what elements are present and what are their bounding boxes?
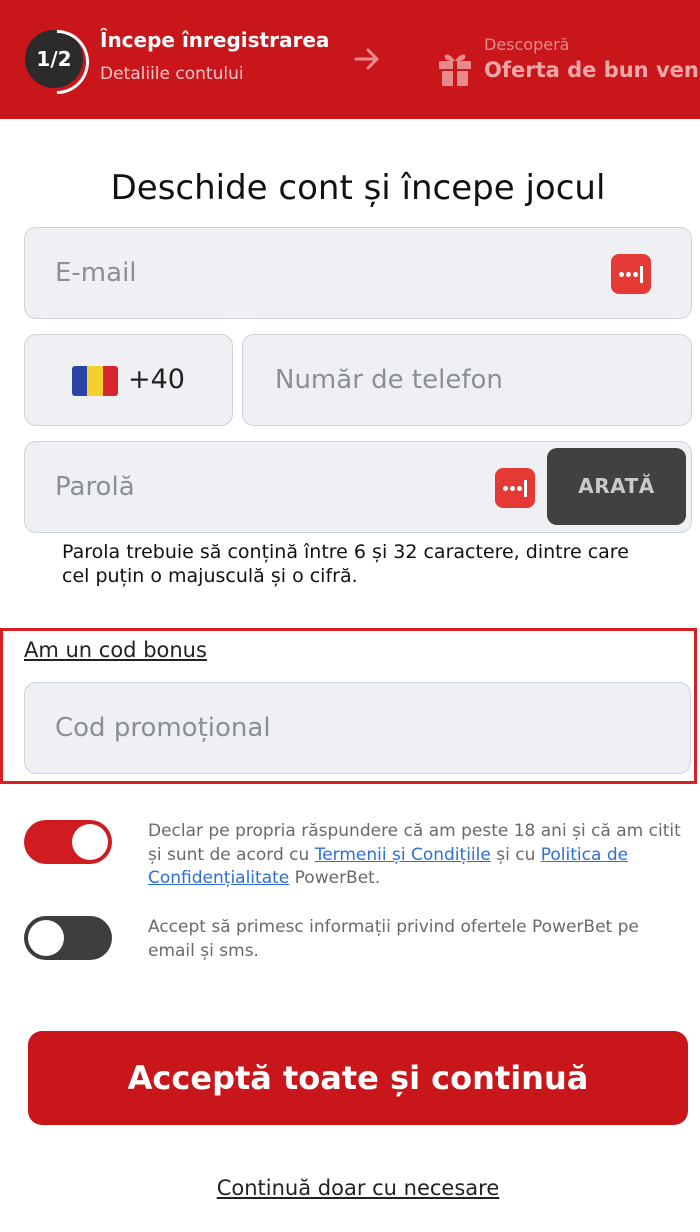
password-hint: Parola trebuie să conțină între 6 și 32 … bbox=[62, 541, 629, 587]
accept-all-button[interactable]: Acceptă toate și continuă bbox=[28, 1031, 688, 1125]
gift-icon bbox=[439, 54, 471, 86]
arrow-right-icon bbox=[354, 48, 379, 70]
phone-number-field[interactable]: Număr de telefon bbox=[242, 334, 692, 426]
email-placeholder: E-mail bbox=[55, 258, 137, 288]
continue-necessary-link[interactable]: Continuă doar cu necesare bbox=[0, 1176, 700, 1200]
show-password-button[interactable]: ARATĂ bbox=[547, 448, 686, 525]
marketing-consent-toggle[interactable] bbox=[24, 916, 112, 960]
country-dial-code: +40 bbox=[128, 364, 185, 395]
password-manager-icon[interactable] bbox=[611, 254, 651, 294]
promo-placeholder: Cod promoțional bbox=[55, 713, 271, 743]
terms-consent-text: Declar pe propria răspundere că am peste… bbox=[148, 820, 688, 891]
step1-subtitle: Detaliile contului bbox=[100, 64, 244, 84]
password-field[interactable]: Parolă ARATĂ bbox=[24, 441, 692, 533]
marketing-consent-text: Accept să primesc informații privind ofe… bbox=[148, 917, 639, 961]
terms-link[interactable]: Termenii și Condițiile bbox=[315, 845, 491, 865]
step1-title: Începe înregistrarea bbox=[100, 28, 330, 52]
step-progress-indicator: 1/2 bbox=[25, 30, 83, 88]
phone-placeholder: Număr de telefon bbox=[275, 365, 503, 395]
terms-text-middle: și cu bbox=[490, 844, 541, 865]
toggle-knob bbox=[28, 920, 64, 956]
terms-consent-toggle[interactable] bbox=[24, 820, 112, 864]
toggle-knob bbox=[72, 824, 108, 860]
bonus-code-link[interactable]: Am un cod bonus bbox=[24, 638, 207, 662]
terms-text-after: PowerBet. bbox=[289, 868, 381, 888]
password-placeholder: Parolă bbox=[55, 472, 135, 502]
registration-header: 1/2 Începe înregistrarea Detaliile contu… bbox=[0, 0, 700, 119]
promo-code-field[interactable]: Cod promoțional bbox=[24, 682, 691, 774]
country-code-select[interactable]: +40 bbox=[24, 334, 233, 426]
step2-label: Descoperă bbox=[484, 35, 570, 54]
step2-title: Oferta de bun venit bbox=[484, 58, 700, 82]
page-title: Deschide cont și începe jocul bbox=[110, 168, 606, 208]
password-manager-icon[interactable] bbox=[495, 468, 535, 508]
romania-flag-icon bbox=[72, 366, 118, 396]
step-counter: 1/2 bbox=[36, 47, 72, 71]
email-field[interactable]: E-mail bbox=[24, 227, 692, 319]
